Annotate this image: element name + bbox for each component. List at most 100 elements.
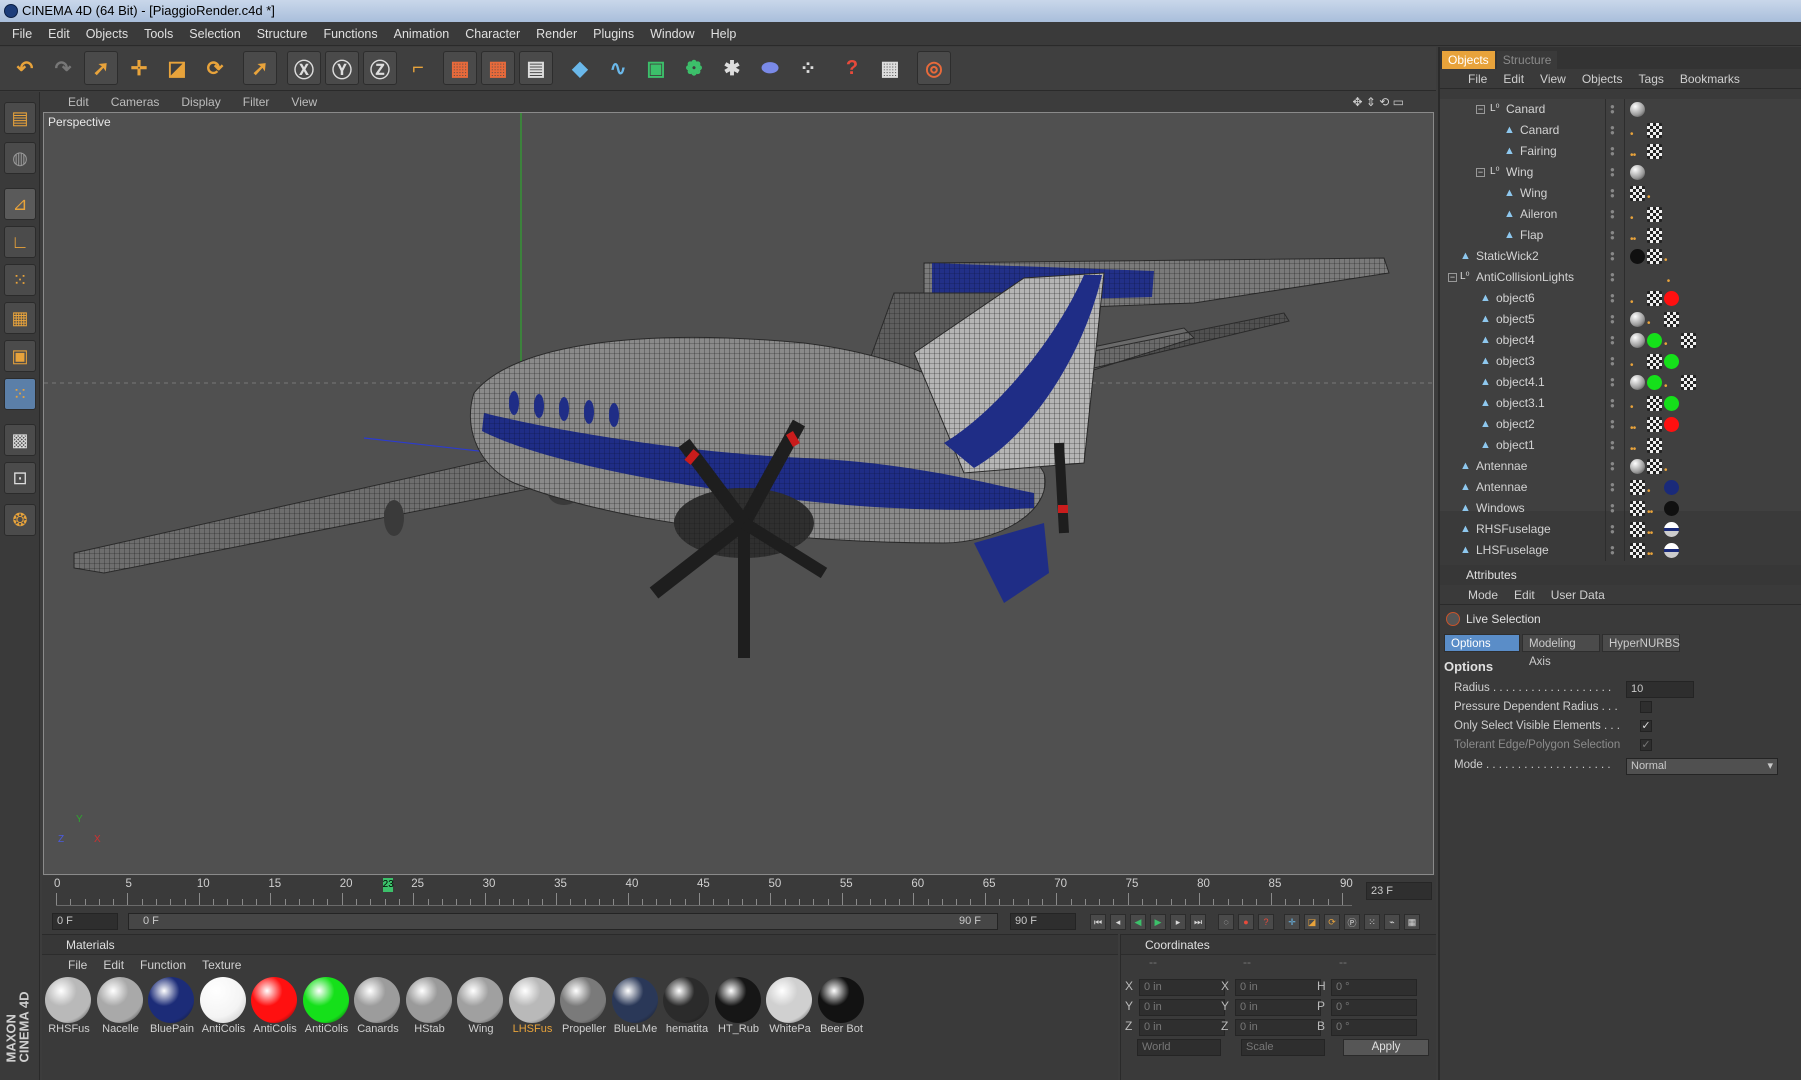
object-row[interactable]: ▲ Windows ● ● • • xyxy=(1440,498,1801,539)
object-row[interactable]: ▲ StaticWick2 ● ● • • xyxy=(1440,246,1801,287)
phong-tag-icon[interactable]: • • xyxy=(1664,249,1679,287)
phong-tag-icon[interactable]: • • xyxy=(1647,480,1662,518)
polygons-mode-icon[interactable]: ▣ xyxy=(4,340,36,372)
menu-help[interactable]: Help xyxy=(703,27,745,41)
object-name[interactable]: LHSFuselage xyxy=(1476,540,1549,561)
visibility-dots-icon[interactable]: ● ● xyxy=(1610,292,1618,305)
om-menu-tags[interactable]: Tags xyxy=(1639,69,1664,88)
phong-tag-icon[interactable]: • • xyxy=(1647,312,1662,350)
object-name[interactable]: Aileron xyxy=(1520,204,1557,225)
material-tag-icon[interactable] xyxy=(1647,333,1662,348)
menu-functions[interactable]: Functions xyxy=(315,27,385,41)
visibility-dots-icon[interactable]: ● ● xyxy=(1610,145,1618,158)
material-tag-icon[interactable] xyxy=(1664,480,1679,495)
play-backwards-icon[interactable]: ◀ xyxy=(1130,914,1146,930)
material-swatch[interactable]: Canards xyxy=(353,977,401,1043)
texture-tag-icon[interactable] xyxy=(1647,354,1662,369)
perspective-viewport[interactable]: Perspective Y Z X xyxy=(43,112,1434,875)
object-row[interactable]: ▲ object6 ●● • • xyxy=(1440,288,1801,329)
object-name[interactable]: Canard xyxy=(1506,99,1545,120)
menu-render[interactable]: Render xyxy=(528,27,585,41)
texture-tag-icon[interactable] xyxy=(1630,522,1645,537)
material-tag-icon[interactable] xyxy=(1664,543,1679,558)
phong-tag-icon[interactable]: • • xyxy=(1664,333,1679,371)
current-frame-marker[interactable]: 23 xyxy=(382,878,394,892)
edges-mode-icon[interactable]: ▦ xyxy=(4,302,36,334)
radius-input[interactable]: 10 xyxy=(1626,681,1694,698)
coordinate-system-dropdown[interactable]: World xyxy=(1137,1039,1221,1056)
previous-key-icon[interactable]: ◂ xyxy=(1110,914,1126,930)
menu-tools[interactable]: Tools xyxy=(136,27,181,41)
material-tag-icon[interactable] xyxy=(1630,102,1645,117)
object-name[interactable]: AntiCollisionLights xyxy=(1476,267,1574,288)
visibility-dots-icon[interactable]: ● ● xyxy=(1610,208,1618,221)
redo-icon[interactable]: ↷ xyxy=(46,51,80,85)
material-swatch[interactable]: HT_Rub xyxy=(714,977,762,1043)
object-name[interactable]: object3 xyxy=(1496,351,1535,372)
object-name[interactable]: Antennae xyxy=(1476,477,1527,498)
material-swatch[interactable]: Wing xyxy=(456,977,504,1043)
object-name[interactable]: object3.1 xyxy=(1496,393,1545,414)
light-emitter-icon[interactable]: ⁘ xyxy=(791,51,825,85)
coordinate-input[interactable]: 0 in xyxy=(1139,979,1225,996)
phong-tag-icon[interactable]: • • xyxy=(1630,207,1645,245)
materials-menu-file[interactable]: File xyxy=(68,955,87,975)
texture-tag-icon[interactable] xyxy=(1630,543,1645,558)
phong-tag-icon[interactable]: • • xyxy=(1630,417,1645,455)
visibility-dots-icon[interactable]: ● ● xyxy=(1610,103,1618,116)
object-row[interactable]: ▲ Antennae ●● • • xyxy=(1440,456,1801,497)
coordinate-system-icon[interactable]: ⌐ xyxy=(401,51,435,85)
object-row[interactable]: ▲ Canard ● ● • • xyxy=(1440,120,1801,161)
visibility-dots-icon[interactable]: ● ● xyxy=(1610,271,1618,284)
texture-mode-icon[interactable]: ▩ xyxy=(4,424,36,456)
visibility-dots-icon[interactable]: ● ● xyxy=(1610,397,1618,410)
attr-menu-mode[interactable]: Mode xyxy=(1468,585,1498,604)
material-swatch[interactable]: Propeller xyxy=(559,977,607,1043)
texture-tag-icon[interactable] xyxy=(1647,123,1662,138)
phong-tag-icon[interactable]: • • xyxy=(1630,438,1645,476)
object-name[interactable]: object6 xyxy=(1496,288,1535,309)
nurbs-icon[interactable]: ▣ xyxy=(639,51,673,85)
phong-tag-icon[interactable]: • • xyxy=(1630,396,1645,434)
texture-tag-icon[interactable] xyxy=(1664,312,1679,327)
go-to-end-icon[interactable]: ⏭ xyxy=(1190,914,1206,930)
collapse-toggle-icon[interactable]: − xyxy=(1448,273,1457,282)
material-tag-icon[interactable] xyxy=(1664,291,1679,306)
collapse-toggle-icon[interactable]: − xyxy=(1476,168,1485,177)
object-name[interactable]: RHSFuselage xyxy=(1476,519,1551,540)
points-mode-icon[interactable]: ⁙ xyxy=(4,264,36,296)
tab-hypernurbs[interactable]: HyperNURBS xyxy=(1602,634,1680,652)
attr-menu-edit[interactable]: Edit xyxy=(1514,585,1535,604)
render-view-icon[interactable]: ▦ xyxy=(443,51,477,85)
menu-character[interactable]: Character xyxy=(457,27,528,41)
materials-menu-function[interactable]: Function xyxy=(140,955,186,975)
frame-ruler[interactable]: 0 5 10 15 20 25 30 35 40 45 50 55 60 65 70 75 80 85 90 23 xyxy=(54,878,1353,906)
rotate-tool-icon[interactable]: ⟳ xyxy=(198,51,232,85)
material-swatch[interactable]: RHSFus xyxy=(44,977,92,1043)
sculpt-mode-icon[interactable]: ❂ xyxy=(4,504,36,536)
content-browser-icon[interactable]: ▦ xyxy=(873,51,907,85)
object-name[interactable]: Wing xyxy=(1520,183,1547,204)
material-swatch[interactable]: LHSFus xyxy=(508,977,556,1043)
visibility-dots-icon[interactable]: ● ● xyxy=(1610,502,1618,515)
size-mode-dropdown[interactable]: Scale xyxy=(1241,1039,1325,1056)
visibility-dots-icon[interactable]: ● ● xyxy=(1610,523,1618,536)
texture-tag-icon[interactable] xyxy=(1630,186,1645,201)
object-row[interactable]: ▲ object1 ●● • • xyxy=(1440,435,1801,476)
pressure-radius-checkbox[interactable] xyxy=(1640,701,1652,713)
visibility-dots-icon[interactable]: ● ● xyxy=(1610,418,1618,431)
om-menu-bookmarks[interactable]: Bookmarks xyxy=(1680,69,1740,88)
object-row[interactable]: ▲ object4.1 ●● • • xyxy=(1440,372,1801,413)
visibility-dots-icon[interactable]: ● ● xyxy=(1610,166,1618,179)
object-row[interactable]: ▲ object2 ● ● • • xyxy=(1440,414,1801,455)
interpolation-icon[interactable]: ⌁ xyxy=(1384,914,1400,930)
enable-axis-icon[interactable]: ⁙ xyxy=(4,378,36,410)
key-position-icon[interactable]: ✛ xyxy=(1284,914,1300,930)
texture-tag-icon[interactable] xyxy=(1647,396,1662,411)
object-row[interactable]: L⁰ Wing ● ● xyxy=(1440,162,1801,183)
material-swatch[interactable]: Nacelle xyxy=(96,977,144,1043)
object-name[interactable]: object4.1 xyxy=(1496,372,1545,393)
texture-tag-icon[interactable] xyxy=(1647,249,1662,264)
visibility-dots-icon[interactable]: ● ● xyxy=(1610,124,1618,137)
object-name[interactable]: Canard xyxy=(1520,120,1559,141)
